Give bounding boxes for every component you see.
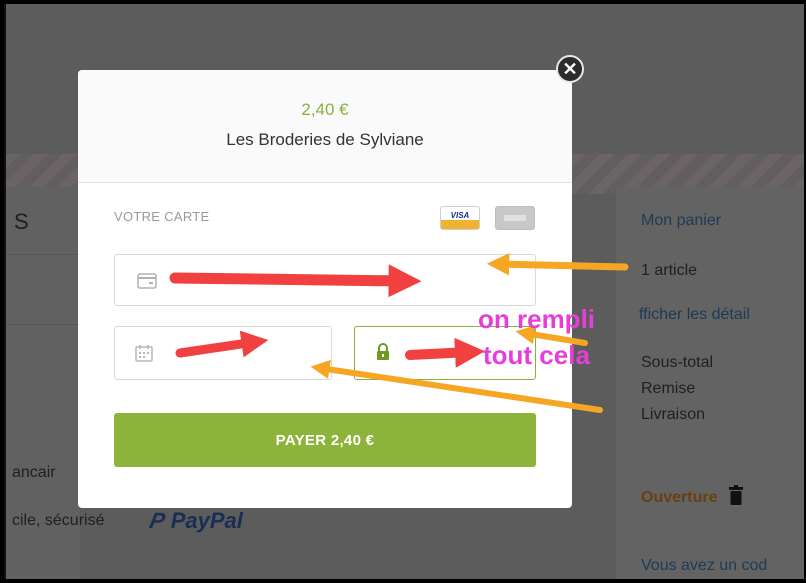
annotation-arrows xyxy=(169,253,629,413)
red-arrow-card-number xyxy=(169,264,422,298)
orange-arrow-card-number xyxy=(486,253,629,276)
annotation-line-1: on rempli xyxy=(478,304,596,334)
red-arrow-cvc xyxy=(405,337,485,368)
orange-arrow-expiry xyxy=(310,359,603,413)
annotation-line-2: tout cela xyxy=(483,340,590,370)
red-arrow-expiry xyxy=(175,330,269,358)
